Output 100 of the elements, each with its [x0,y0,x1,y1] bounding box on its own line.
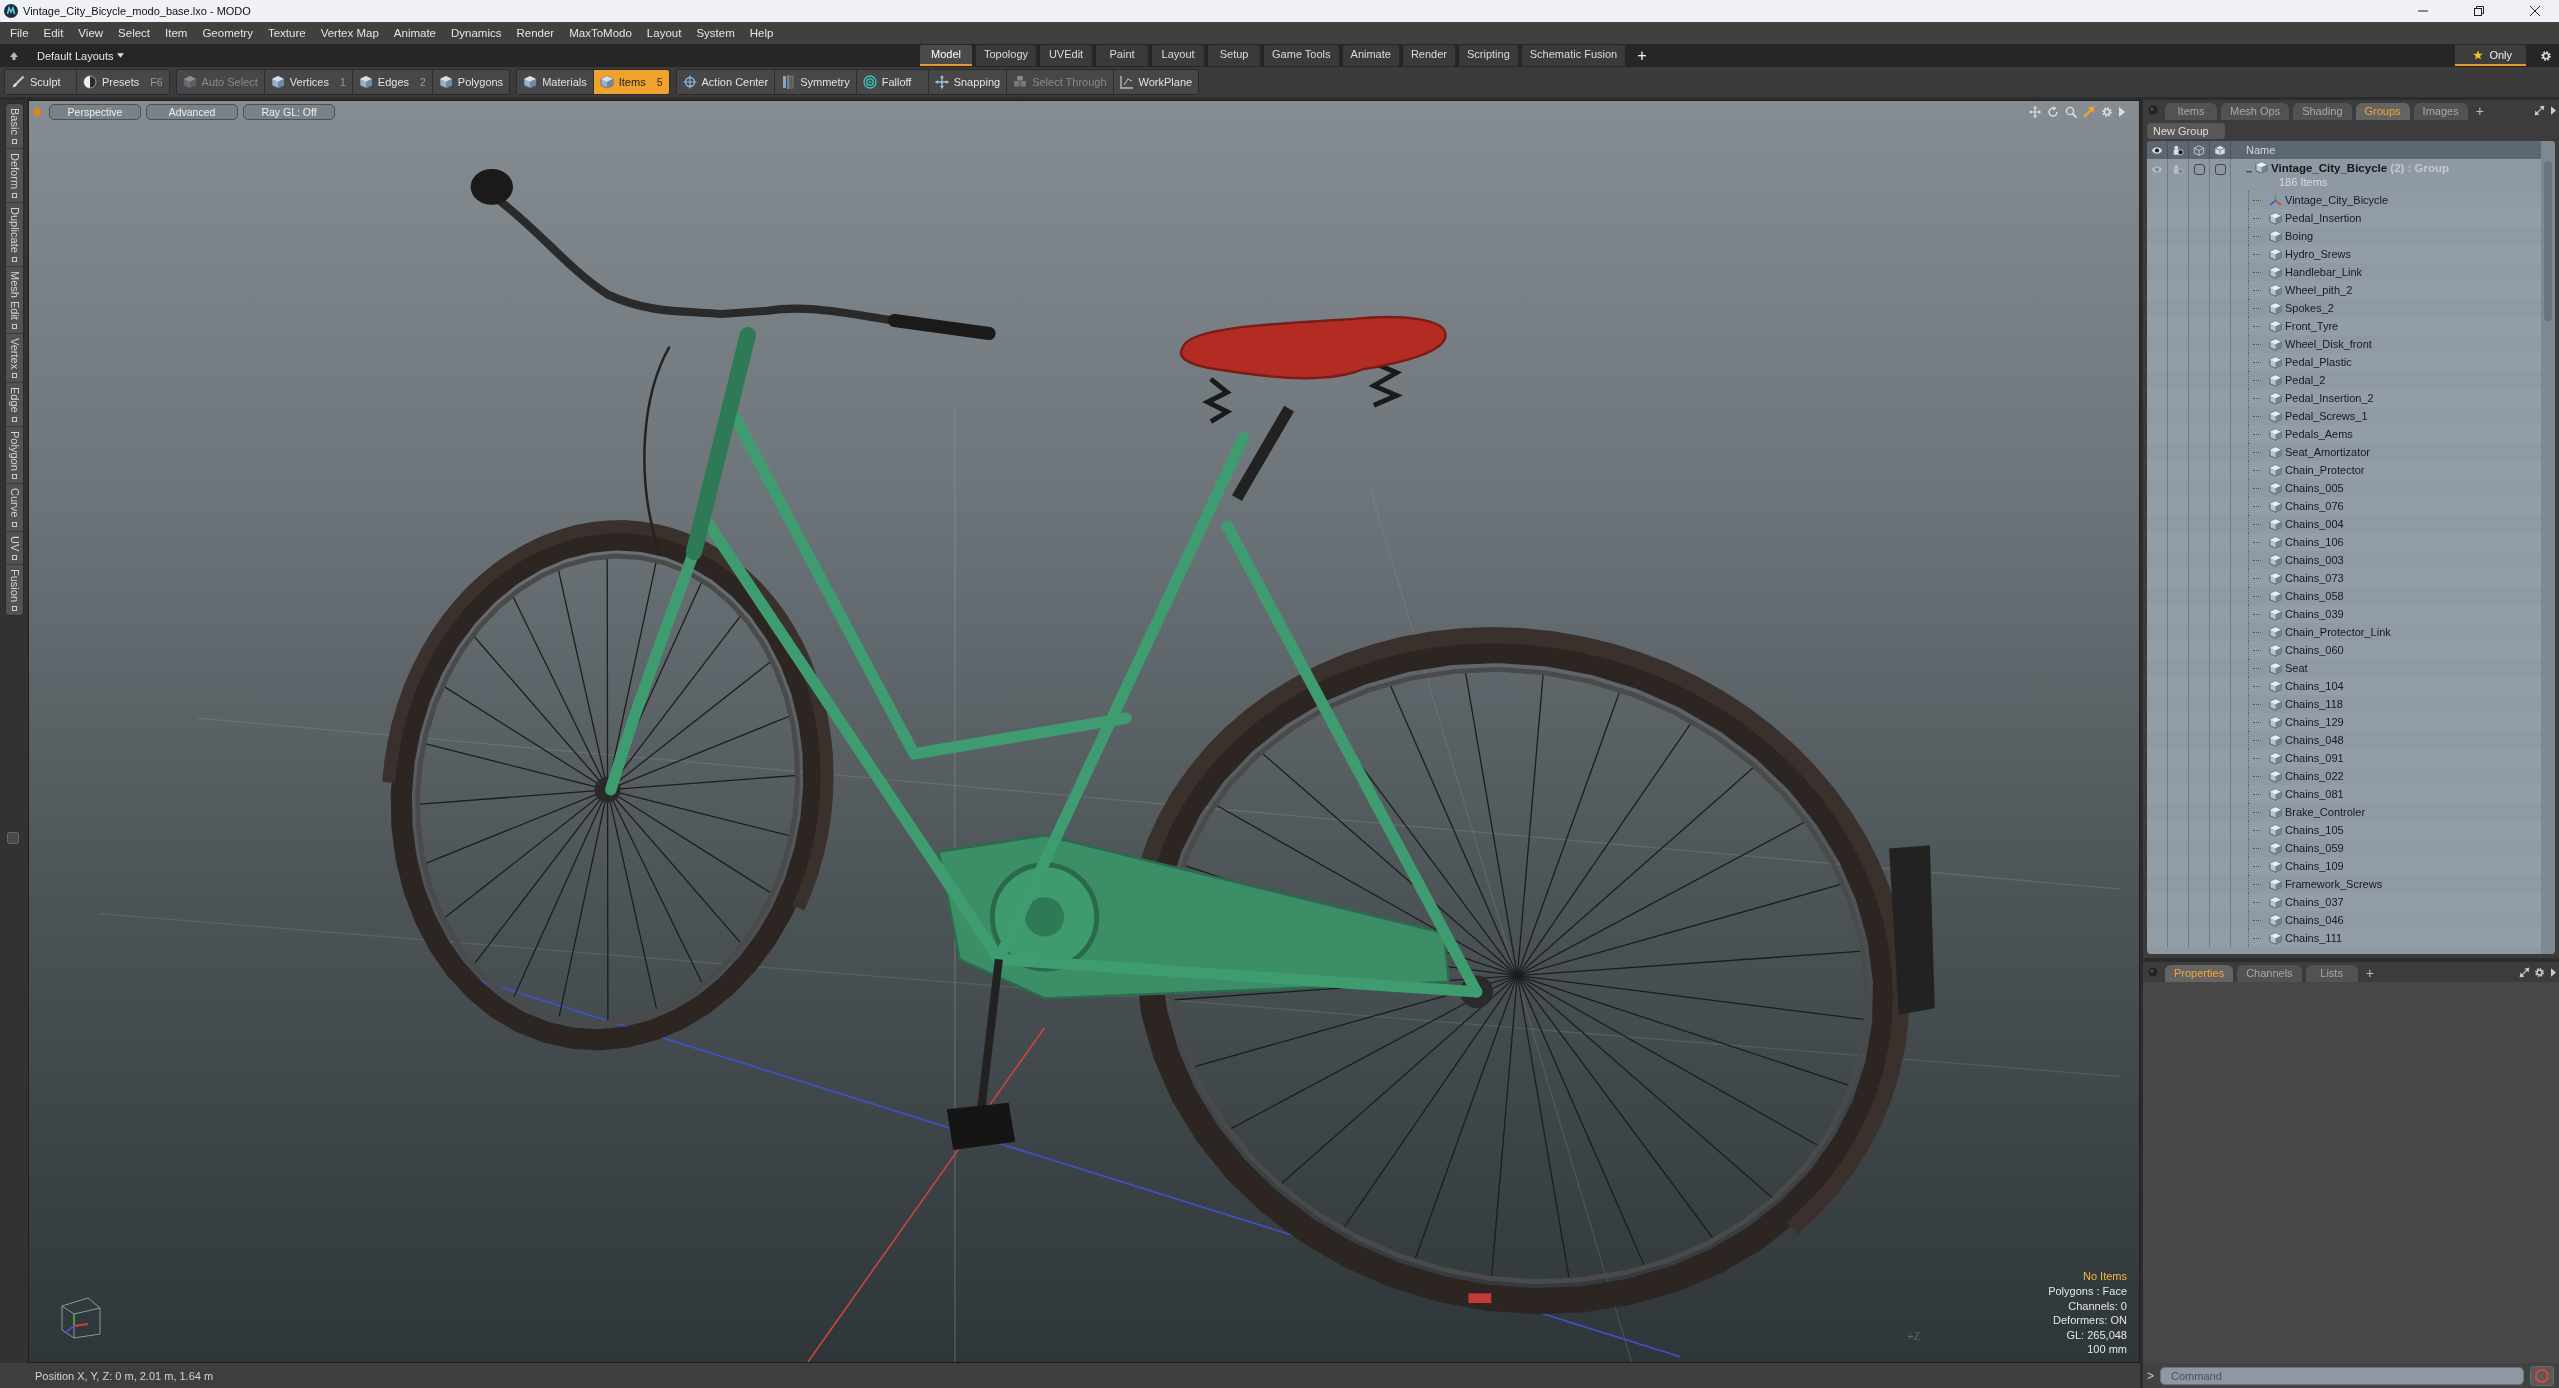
tree-item[interactable]: Pedal_Insertion [2147,209,2541,227]
side-tab[interactable]: Mesh Edit [6,266,23,334]
tree-item[interactable]: Chains_105 [2147,821,2541,839]
layout-dropdown[interactable]: Default Layouts [35,47,127,64]
only-toggle[interactable]: Only [2455,45,2526,66]
layout-tab[interactable]: UVEdit [1040,45,1093,66]
menu-item[interactable]: Select [110,27,158,39]
toolbar-button[interactable]: Polygons [432,70,510,94]
tree-item[interactable]: Chains_039 [2147,605,2541,623]
tree-item[interactable]: Chains_104 [2147,677,2541,695]
tree-item[interactable]: Hydro_Srews [2147,245,2541,263]
tree-item[interactable]: Chains_073 [2147,569,2541,587]
menu-item[interactable]: MaxToModo [561,27,639,39]
menu-item[interactable]: Vertex Map [312,27,386,39]
layout-tab[interactable]: Game Tools [1264,45,1339,66]
toolbar-button[interactable]: Materials [517,70,594,94]
tree-item[interactable]: Chains_081 [2147,785,2541,803]
settings-icon[interactable] [2540,49,2552,62]
toolbar-button[interactable]: Falloff [856,70,929,94]
menu-item[interactable]: Help [741,27,781,39]
toolbar-button[interactable]: Snapping [928,70,1008,94]
caret-icon[interactable] [2551,968,2556,977]
move-icon[interactable] [2029,106,2041,118]
toolbar-button[interactable]: Items 5 [593,70,669,94]
toolbar-button[interactable]: Action Center [676,70,776,94]
layout-tab[interactable]: Animate [1342,45,1399,66]
view-option-button[interactable]: Advanced [146,104,238,120]
layout-tab[interactable]: Setup [1208,45,1261,66]
expand-icon[interactable] [2534,105,2545,116]
toggle-box[interactable] [2214,164,2226,175]
panel-tab[interactable]: Mesh Ops [2221,103,2290,120]
new-group-button[interactable]: New Group [2147,122,2225,139]
menu-item[interactable]: File [2,27,36,39]
side-tab[interactable]: Fusion [6,565,23,616]
cube-icon[interactable] [2214,144,2226,156]
tree-item[interactable]: Front_Tyre [2147,317,2541,335]
side-tab[interactable]: UV [6,531,23,566]
panel-tab[interactable]: Lists [2305,965,2358,982]
view-option-button[interactable]: Perspective [49,104,141,120]
side-tab[interactable]: Curve [6,484,23,532]
toolbar-button[interactable]: Presets F6 [77,70,169,94]
panel-menu-icon[interactable] [2148,967,2158,977]
tree-item[interactable]: Pedal_Plastic [2147,353,2541,371]
tree-item[interactable]: Chains_111 [2147,929,2541,947]
close-icon[interactable] [2530,6,2540,16]
side-tab[interactable]: Polygon [6,426,23,485]
tree-item[interactable]: Chains_060 [2147,641,2541,659]
menu-item[interactable]: Edit [35,27,71,39]
menu-item[interactable]: Layout [638,27,689,39]
menu-item[interactable]: Geometry [194,27,260,39]
side-tab[interactable]: Basic [6,104,23,149]
view-option-button[interactable]: Ray GL: Off [243,104,335,120]
record-icon[interactable] [2530,1365,2554,1386]
scrollbar[interactable] [2541,141,2555,954]
add-tab-button[interactable]: + [1629,46,1655,65]
menu-item[interactable]: Item [157,27,195,39]
tree-item[interactable]: Chains_106 [2147,533,2541,551]
expand-icon[interactable] [2519,967,2530,978]
tree-item[interactable]: Chains_091 [2147,749,2541,767]
render-icon[interactable] [2172,144,2184,156]
side-tab[interactable]: Deform [6,148,23,203]
toolbar-button[interactable]: Sculpt [5,70,77,94]
side-tab[interactable]: Vertex [6,333,23,383]
layout-tab[interactable]: Scripting [1459,45,1518,66]
layout-tab[interactable]: Schematic Fusion [1521,45,1626,66]
menu-item[interactable]: Texture [259,27,313,39]
menu-item[interactable]: System [688,27,742,39]
side-tab[interactable]: Duplicate [6,202,23,267]
layout-tab[interactable]: Paint [1096,45,1149,66]
menu-item[interactable]: Render [508,27,562,39]
add-tab-button[interactable]: + [2361,965,2378,982]
panel-toggle-icon[interactable] [7,832,19,845]
command-field[interactable]: Command [2160,1366,2524,1385]
column-header[interactable]: Name [2246,144,2276,156]
add-tab-button[interactable]: + [2471,103,2488,120]
layout-tab[interactable]: Model [920,45,972,66]
menu-item[interactable]: Dynamics [443,27,509,39]
tree-item[interactable]: Pedal_Insertion_2 [2147,389,2541,407]
rotate-icon[interactable] [2047,106,2059,118]
tree-item[interactable]: Chains_076 [2147,497,2541,515]
tree-item[interactable]: Chains_129 [2147,713,2541,731]
caret-icon[interactable] [2551,106,2556,115]
panel-tab[interactable]: Channels [2237,965,2302,982]
menu-item[interactable]: Animate [385,27,443,39]
side-tab[interactable]: Edge [6,382,23,427]
tree-item[interactable]: Pedals_Aems [2147,425,2541,443]
eye-icon[interactable] [2151,144,2163,156]
settings-icon[interactable] [2534,967,2545,978]
panel-menu-icon[interactable] [2148,105,2158,115]
layout-tab[interactable]: Topology [976,45,1037,66]
search-icon[interactable] [2065,106,2077,118]
layout-tab[interactable]: Render [1402,45,1455,66]
tree-item[interactable]: Chains_037 [2147,893,2541,911]
toolbar-button[interactable]: Edges 2 [352,70,433,94]
tree-item[interactable]: Wheel_pith_2 [2147,281,2541,299]
menu-item[interactable]: View [70,27,111,39]
tree-item[interactable]: Chains_109 [2147,857,2541,875]
restore-icon[interactable] [2474,6,2484,16]
panel-tab[interactable]: Items [2165,103,2217,120]
cube-outline-icon[interactable] [2193,144,2205,156]
